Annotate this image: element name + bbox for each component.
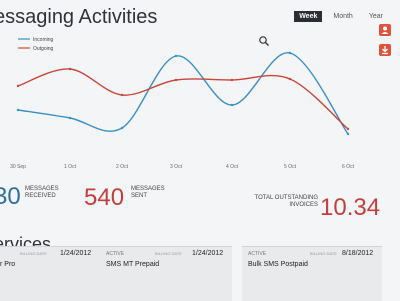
page-title: essaging Activities (0, 6, 158, 28)
invoices-label-line2: INVOICES (289, 202, 318, 209)
service-status: ACTIVE (248, 251, 267, 257)
legend-outgoing-label: Outgoing (33, 46, 54, 52)
tab-week[interactable]: Week (294, 11, 323, 22)
service-name: r Pro (0, 261, 16, 268)
billing-date: 8/18/2012 (342, 250, 374, 257)
received-value: 30 (0, 183, 21, 210)
incoming-data-point (288, 51, 292, 55)
outgoing-data-point (230, 78, 234, 82)
outgoing-data-point (346, 127, 350, 131)
outgoing-data-point (120, 93, 124, 97)
sent-label-line2: SENT (131, 193, 148, 200)
sent-label-line1: MESSAGES (131, 186, 165, 192)
billing-date-label: BILLING DATE (310, 251, 337, 256)
sent-value: 540 (84, 184, 125, 211)
invoices-label: TOTAL OUTSTANDING INVOICES (248, 195, 318, 209)
x-tick-label: 6 Oct (342, 164, 355, 170)
outgoing-data-point (288, 77, 292, 81)
tab-year[interactable]: Year (364, 11, 388, 22)
x-tick-label: 4 Oct (226, 164, 239, 170)
invoices-value: 10.34 (320, 194, 381, 221)
x-tick-label: 3 Oct (170, 164, 183, 170)
billing-date: 1/24/2012 (60, 250, 92, 257)
range-tabs: Week Month Year (294, 11, 388, 22)
outgoing-data-point (68, 67, 72, 71)
legend-incoming-label: Incoming (33, 37, 54, 43)
received-label-line1: MESSAGES (25, 186, 59, 192)
messaging-chart: Incoming Outgoing 30 Sep 1 Oct 2 Oct 3 Oct 4… (10, 37, 355, 170)
x-tick-label: 2 Oct (116, 164, 129, 170)
incoming-data-point (230, 103, 234, 107)
billing-date-label: BILLING DATE (155, 251, 182, 256)
service-card[interactable]: ACTIVE BILLING DATE 8/18/2012 Bulk SMS P… (242, 246, 382, 301)
sent-label: MESSAGES SENT (131, 186, 165, 200)
service-card[interactable]: ACTIVE BILLING DATE 1/24/2012 SMS MT Pre… (100, 246, 232, 301)
outgoing-series-line (17, 68, 349, 130)
service-name: Bulk SMS Postpaid (248, 261, 308, 268)
received-label: MESSAGES RECEIVED (25, 186, 59, 200)
service-status: ACTIVE (106, 251, 125, 257)
received-label-line2: RECEIVED (25, 193, 56, 200)
tab-month[interactable]: Month (328, 11, 357, 22)
billing-date: 1/24/2012 (192, 250, 224, 257)
incoming-series-line (17, 52, 349, 135)
incoming-data-point (68, 116, 72, 120)
x-tick-label: 1 Oct (64, 164, 77, 170)
incoming-data-point (16, 108, 20, 112)
incoming-data-point (346, 132, 350, 136)
outgoing-data-point (174, 78, 178, 82)
incoming-data-point (120, 126, 124, 130)
service-name: SMS MT Prepaid (106, 261, 160, 268)
outgoing-data-point (16, 84, 20, 88)
x-tick-label: 30 Sep (10, 164, 26, 170)
billing-date-label: BILLING DATE (20, 251, 47, 256)
chart-legend: Incoming Outgoing (18, 37, 54, 52)
incoming-data-point (174, 54, 178, 58)
invoices-label-line1: TOTAL OUTSTANDING (254, 195, 318, 201)
x-tick-label: 5 Oct (284, 164, 297, 170)
service-card[interactable]: BILLING DATE 1/24/2012 r Pro (0, 246, 105, 301)
